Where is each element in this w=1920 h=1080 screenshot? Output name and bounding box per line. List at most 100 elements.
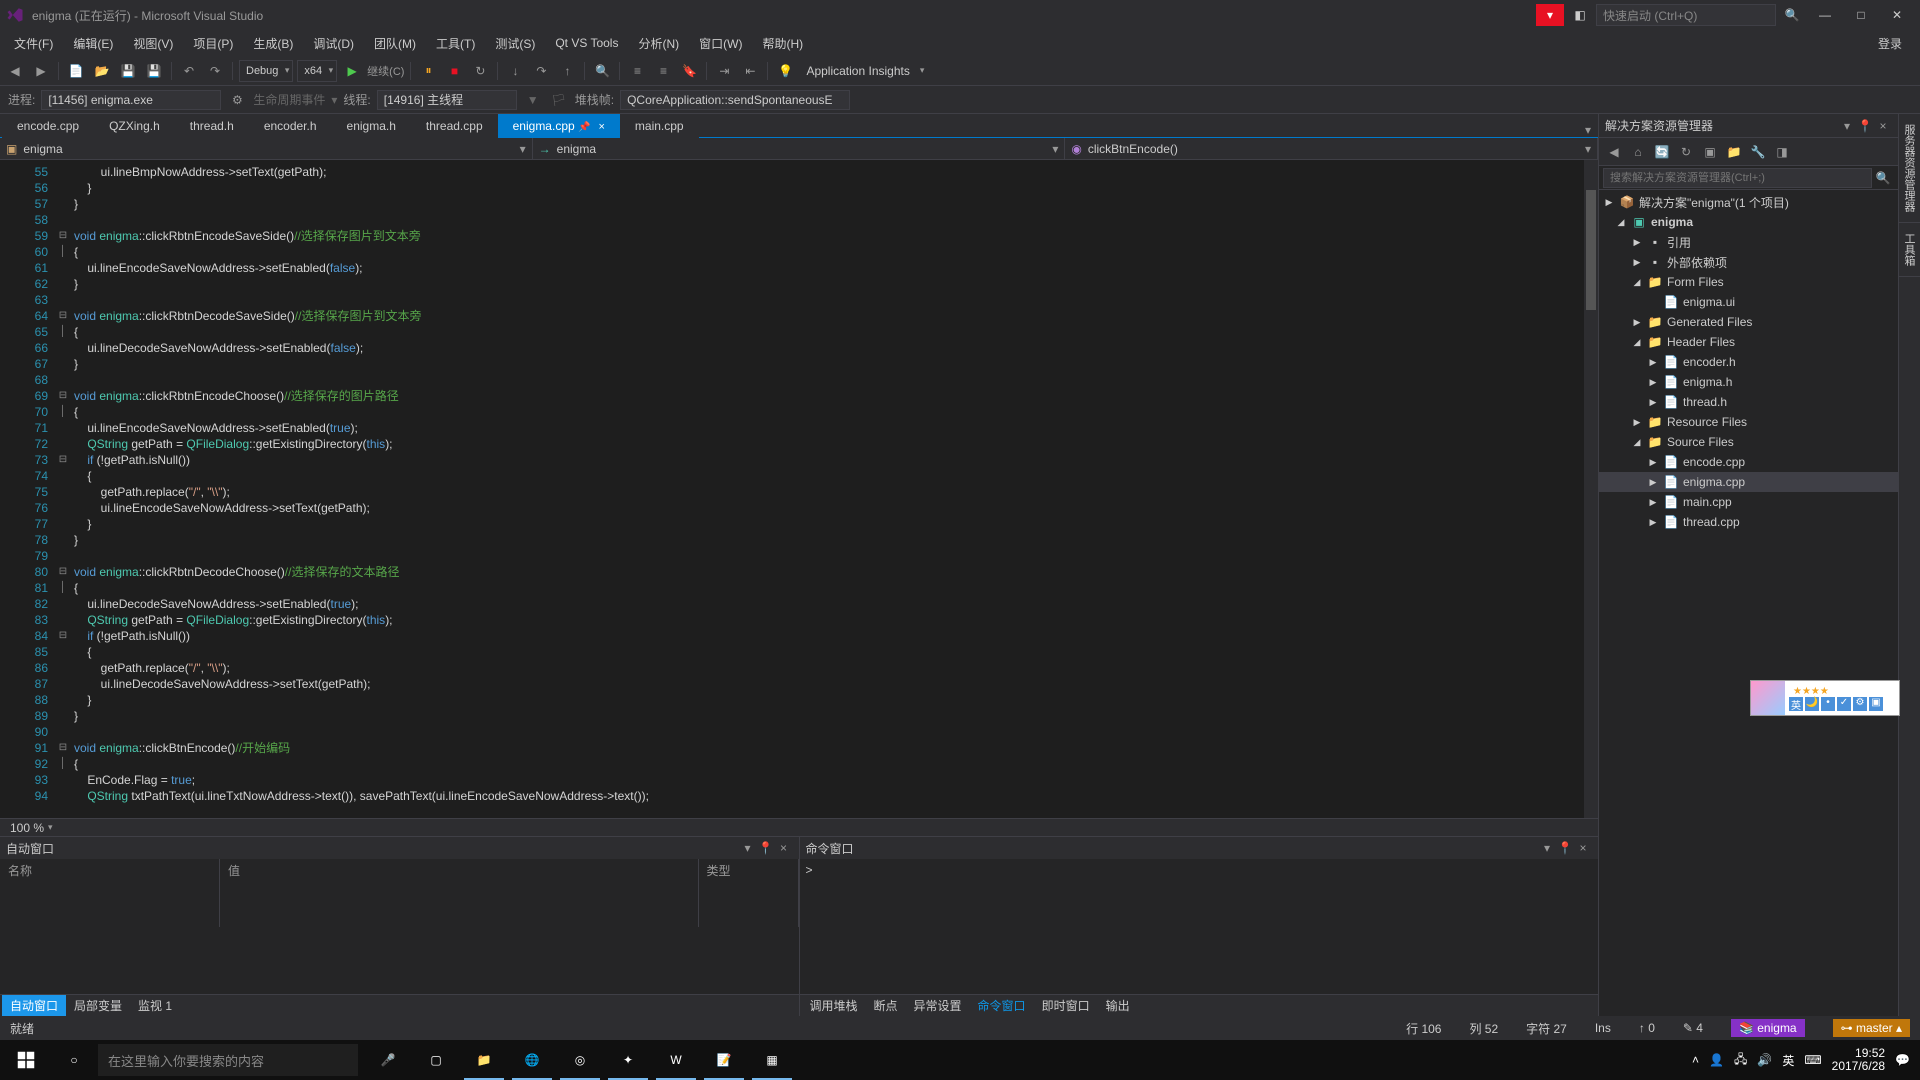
autos-tab-locals[interactable]: 局部变量 (66, 995, 130, 1016)
close-button[interactable]: ✕ (1880, 3, 1914, 27)
cmd-tab-bp[interactable]: 断点 (866, 995, 906, 1016)
back-icon[interactable]: ◀ (1603, 141, 1625, 163)
menu-help[interactable]: 帮助(H) (752, 32, 813, 55)
tab-thread-h[interactable]: thread.h (175, 114, 249, 138)
thread-combo[interactable]: [14916] 主线程 (377, 90, 517, 110)
forward-icon[interactable]: ▶ (30, 60, 52, 82)
tab-encoder-h[interactable]: encoder.h (249, 114, 332, 138)
tabs-overflow-icon[interactable]: ▾ (1578, 123, 1598, 137)
tab-thread-cpp[interactable]: thread.cpp (411, 114, 498, 138)
vtab-server[interactable]: 服务器资源管理器 (1899, 114, 1920, 223)
solution-node[interactable]: ▶📦解决方案"enigma"(1 个项目) (1599, 192, 1898, 212)
cmd-tab-except[interactable]: 异常设置 (906, 995, 970, 1016)
app-icon[interactable]: ◎ (556, 1040, 604, 1080)
tab-qzxing-h[interactable]: QZXing.h (94, 114, 175, 138)
continue-icon[interactable]: ▶ (341, 60, 363, 82)
status-publish[interactable]: ↑ 0 (1639, 1021, 1655, 1035)
step-icon[interactable]: ↓ (504, 60, 526, 82)
gear-icon[interactable]: ⚙ (227, 90, 247, 110)
tray-people-icon[interactable]: 👤 (1709, 1053, 1724, 1067)
nav-class[interactable]: →enigma▾ (533, 138, 1066, 159)
indent-icon[interactable]: ⇥ (713, 60, 735, 82)
project-node[interactable]: ◢▣enigma (1599, 212, 1898, 232)
file-node[interactable]: ▶📄enigma.h (1599, 372, 1898, 392)
mic-icon[interactable]: 🎤 (364, 1040, 412, 1080)
forms-node[interactable]: ◢📁Form Files (1599, 272, 1898, 292)
menu-qt[interactable]: Qt VS Tools (545, 33, 628, 53)
tab-encode-cpp[interactable]: encode.cpp (2, 114, 94, 138)
autos-tab-watch[interactable]: 监视 1 (130, 995, 180, 1016)
continue-label[interactable]: 继续(C) (367, 63, 404, 79)
flag-icon[interactable]: 🏳 (549, 90, 569, 110)
file-node-selected[interactable]: ▶📄enigma.cpp (1599, 472, 1898, 492)
showall-icon[interactable]: 📁 (1723, 141, 1745, 163)
fold-gutter[interactable]: ⊟│⊟│⊟│⊟⊟│⊟⊟│ (56, 160, 70, 818)
menu-tools[interactable]: 工具(T) (426, 32, 485, 55)
search-icon[interactable]: 🔍 (1778, 4, 1806, 26)
restart-icon[interactable]: ↻ (469, 60, 491, 82)
vs-icon[interactable]: ✦ (604, 1040, 652, 1080)
vtab-toolbox[interactable]: 工具箱 (1899, 223, 1920, 277)
cmd-tab-cmd[interactable]: 命令窗口 (970, 995, 1034, 1016)
maximize-button[interactable]: □ (1844, 3, 1878, 27)
panel-pin-icon[interactable]: 📍 (1556, 841, 1574, 855)
comment-icon[interactable]: ≡ (626, 60, 648, 82)
tray-notif-icon[interactable]: 💬 (1895, 1053, 1910, 1067)
file-node[interactable]: ▶📄thread.h (1599, 392, 1898, 412)
cmd-body[interactable]: > (800, 859, 1599, 994)
cmd-tab-out[interactable]: 输出 (1098, 995, 1138, 1016)
pause-icon[interactable]: ⏸ (417, 60, 439, 82)
panel-dropdown-icon[interactable]: ▾ (1538, 841, 1556, 855)
tray-net-icon[interactable]: 🖧 (1734, 1050, 1747, 1071)
properties-icon[interactable]: 🔧 (1747, 141, 1769, 163)
config-combo[interactable]: Debug (239, 60, 293, 82)
menu-team[interactable]: 团队(M) (364, 32, 426, 55)
notepad-icon[interactable]: 📝 (700, 1040, 748, 1080)
word-icon[interactable]: W (652, 1040, 700, 1080)
file-node[interactable]: ▶📄thread.cpp (1599, 512, 1898, 532)
cmd-tab-callstack[interactable]: 调用堆栈 (802, 995, 866, 1016)
file-node[interactable]: ▶📄encoder.h (1599, 352, 1898, 372)
ime-floating-bar[interactable]: ★★★★ 英🌙•✓⚙▣ (1750, 680, 1900, 716)
gen-node[interactable]: ▶📁Generated Files (1599, 312, 1898, 332)
quick-launch-input[interactable]: 快速启动 (Ctrl+Q) (1596, 4, 1776, 26)
tab-close-icon[interactable]: × (598, 121, 604, 133)
tab-enigma-cpp[interactable]: enigma.cpp 📌× (498, 114, 620, 138)
stop-icon[interactable]: ■ (443, 60, 465, 82)
tray-chevron-icon[interactable]: ˄ (1692, 1053, 1699, 1067)
panel-close-icon[interactable]: × (775, 841, 793, 855)
ime-buttons[interactable]: 英🌙•✓⚙▣ (1789, 697, 1883, 711)
status-changes[interactable]: ✎ 4 (1683, 1021, 1703, 1035)
res-node[interactable]: ▶📁Resource Files (1599, 412, 1898, 432)
menu-window[interactable]: 窗口(W) (689, 32, 752, 55)
tab-main-cpp[interactable]: main.cpp (620, 114, 699, 138)
status-branch[interactable]: ⊶ master ▴ (1833, 1019, 1910, 1037)
refresh-icon[interactable]: ↻ (1675, 141, 1697, 163)
outdent-icon[interactable]: ⇤ (739, 60, 761, 82)
process-combo[interactable]: [11456] enigma.exe (41, 90, 221, 110)
menu-project[interactable]: 项目(P) (183, 32, 243, 55)
taskbar-search-input[interactable]: 在这里输入你要搜索的内容 (98, 1044, 358, 1076)
menu-test[interactable]: 测试(S) (485, 32, 545, 55)
menu-view[interactable]: 视图(V) (123, 32, 183, 55)
platform-combo[interactable]: x64 (297, 60, 337, 82)
sources-node[interactable]: ◢📁Source Files (1599, 432, 1898, 452)
menu-build[interactable]: 生成(B) (243, 32, 303, 55)
solution-tree[interactable]: ▶📦解决方案"enigma"(1 个项目) ◢▣enigma ▶▪引用 ▶▪外部… (1599, 190, 1898, 1016)
filter-icon[interactable]: ▼ (523, 90, 543, 110)
panel-dropdown-icon[interactable]: ▾ (1838, 119, 1856, 133)
tray-clock[interactable]: 19:522017/6/28 (1832, 1047, 1885, 1073)
file-node[interactable]: ▶📄main.cpp (1599, 492, 1898, 512)
bulb-icon[interactable]: 💡 (774, 60, 796, 82)
step-over-icon[interactable]: ↷ (530, 60, 552, 82)
zoom-value[interactable]: 100 % (6, 821, 48, 835)
uncomment-icon[interactable]: ≡ (652, 60, 674, 82)
redo-icon[interactable]: ↷ (204, 60, 226, 82)
nav-scope[interactable]: ▣enigma▾ (0, 138, 533, 159)
app2-icon[interactable]: ▦ (748, 1040, 796, 1080)
save-icon[interactable]: 💾 (117, 60, 139, 82)
file-node[interactable]: 📄enigma.ui (1599, 292, 1898, 312)
headers-node[interactable]: ◢📁Header Files (1599, 332, 1898, 352)
col-type[interactable]: 类型 (699, 859, 799, 927)
solution-search-input[interactable] (1603, 168, 1872, 188)
